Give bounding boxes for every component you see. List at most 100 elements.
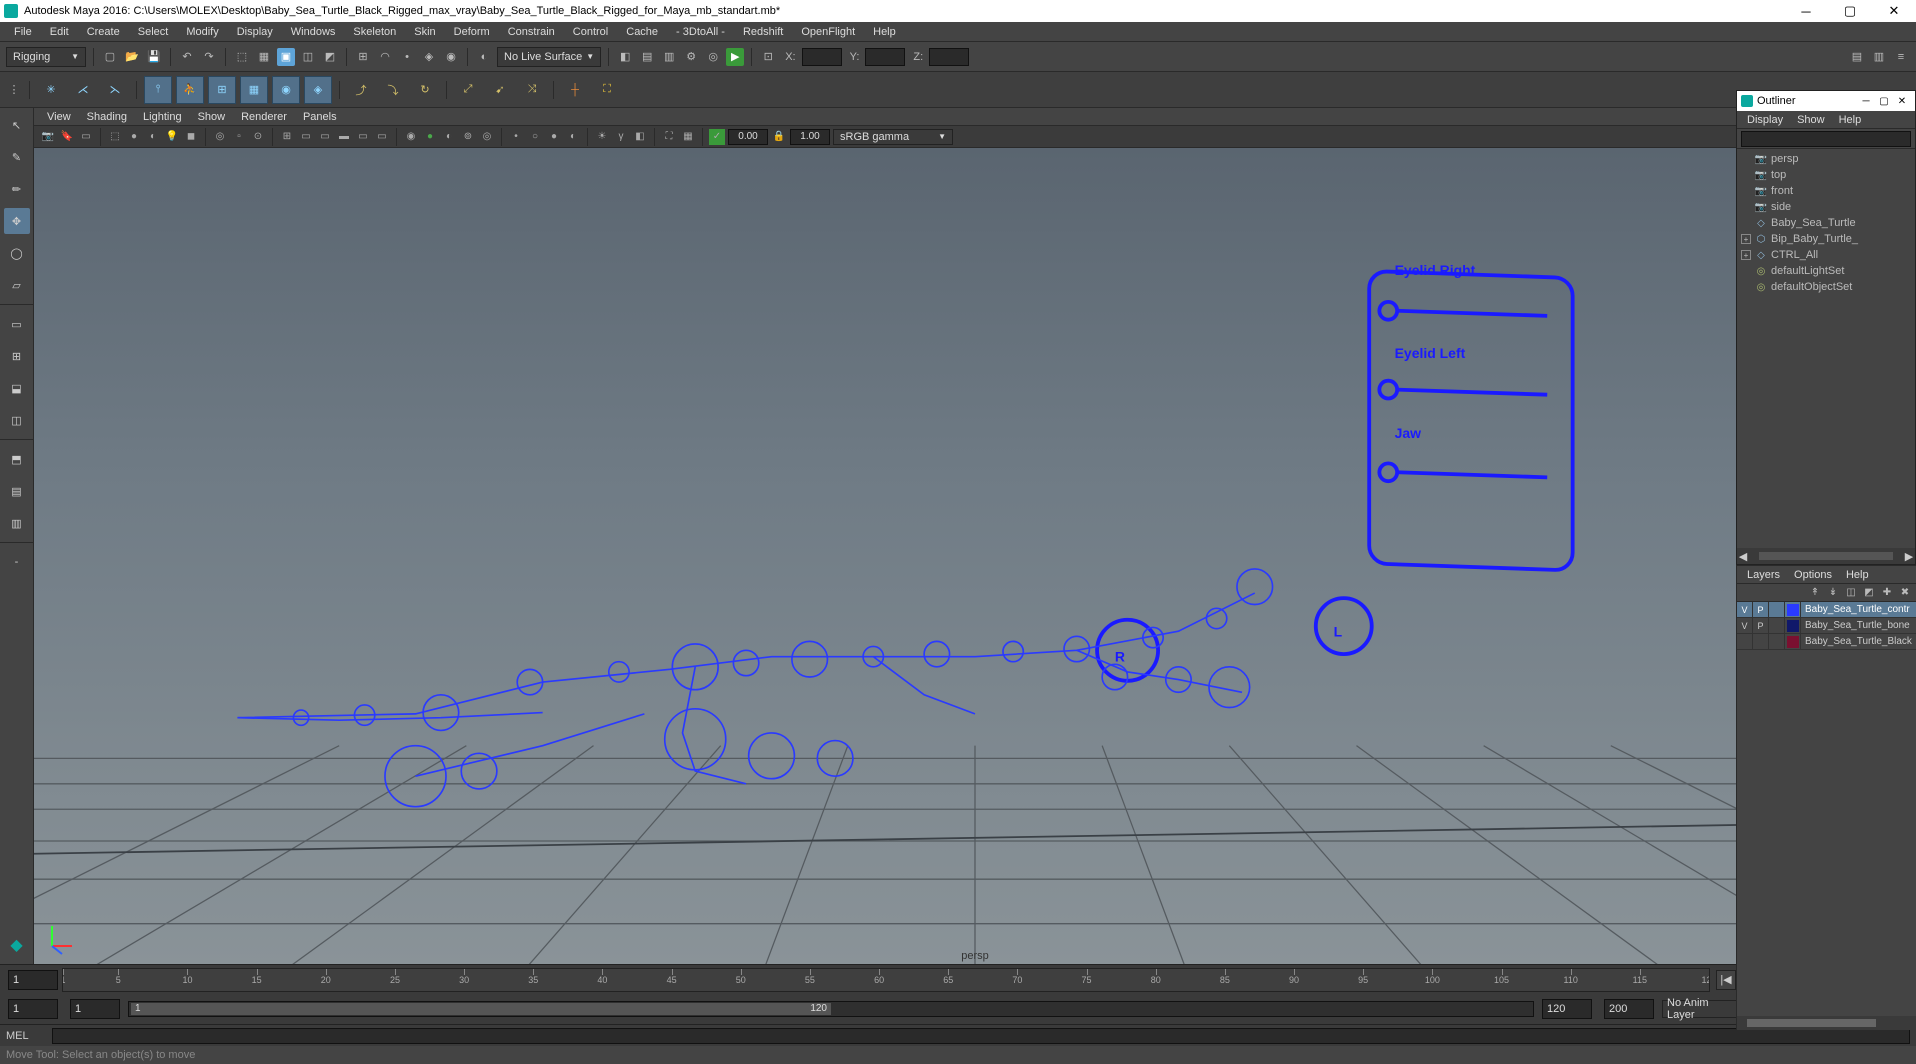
wireframe-icon[interactable]: ⬚ [107, 129, 123, 145]
isolate-icon[interactable]: ◎ [212, 129, 228, 145]
layer-color-swatch[interactable] [1785, 634, 1801, 650]
panel-layout-icon[interactable]: ▦ [680, 129, 696, 145]
panel-menu-renderer[interactable]: Renderer [234, 110, 294, 124]
menu-create[interactable]: Create [79, 24, 128, 40]
ipr-render-icon[interactable]: ▥ [660, 48, 678, 66]
outliner-menu-show[interactable]: Show [1791, 113, 1831, 127]
layer-row[interactable]: V P Baby_Sea_Turtle_bone [1737, 618, 1916, 634]
layers-menu-options[interactable]: Options [1788, 568, 1838, 582]
layer-add-icon[interactable]: ✚ [1880, 586, 1894, 600]
playback-end-inner[interactable]: 120 [1542, 999, 1592, 1019]
render-icon[interactable]: ▤ [638, 48, 656, 66]
layer-new-empty-icon[interactable]: ◫ [1844, 586, 1858, 600]
film-gate-icon[interactable]: ▭ [298, 129, 314, 145]
hypershade-icon[interactable]: ◎ [704, 48, 722, 66]
grid-icon[interactable]: ⊞ [279, 129, 295, 145]
parent-constraint-icon[interactable]: ⤴ [347, 76, 375, 104]
cluster-icon[interactable]: ◉ [272, 76, 300, 104]
layer-playback-toggle[interactable]: P [1753, 602, 1769, 618]
menu-skeleton[interactable]: Skeleton [345, 24, 404, 40]
outliner-item-bip[interactable]: +⬡Bip_Baby_Turtle_ [1739, 231, 1913, 247]
select-mask2-icon[interactable]: ◩ [321, 48, 339, 66]
outliner-item-objectset[interactable]: ◎defaultObjectSet [1739, 279, 1913, 295]
outliner-hscrollbar[interactable]: ◀ ▶ [1737, 548, 1915, 564]
range-slider[interactable]: 1 120 [128, 1001, 1534, 1017]
layer-move-up-icon[interactable]: ↟ [1808, 586, 1822, 600]
layer-display-type[interactable] [1769, 618, 1785, 634]
layout-four-icon[interactable]: ⊞ [4, 343, 30, 369]
snap-point-icon[interactable]: • [398, 48, 416, 66]
scale-constraint-icon[interactable]: ⤢ [454, 76, 482, 104]
layer-visibility-toggle[interactable]: V [1737, 618, 1753, 634]
outliner-item-mesh[interactable]: ◇Baby_Sea_Turtle [1739, 215, 1913, 231]
time-slider[interactable]: 1510152025303540455055606570758085909510… [62, 968, 1710, 992]
outliner-item-front[interactable]: 📷front [1739, 183, 1913, 199]
dot2-icon[interactable]: ○ [527, 129, 543, 145]
x-input[interactable] [802, 48, 842, 66]
layer-display-type[interactable] [1769, 634, 1785, 650]
view-transform-icon[interactable]: ◧ [632, 129, 648, 145]
textured-icon[interactable]: ◐ [145, 129, 161, 145]
joint-tool-icon[interactable]: ⫯ [144, 76, 172, 104]
select-mask-icon[interactable]: ◫ [299, 48, 317, 66]
playback-start-outer[interactable]: 1 [8, 999, 58, 1019]
range-thumb[interactable]: 1 120 [131, 1003, 831, 1015]
skeleton-icon[interactable]: ⛹ [176, 76, 204, 104]
outliner-item-lightset[interactable]: ◎defaultLightSet [1739, 263, 1913, 279]
humanik-icon[interactable]: ⛶ [593, 76, 621, 104]
layers-menu-layers[interactable]: Layers [1741, 568, 1786, 582]
menu-openflight[interactable]: OpenFlight [793, 24, 863, 40]
safe-title-icon[interactable]: ▭ [374, 129, 390, 145]
make-live-icon[interactable]: ◐ [475, 48, 493, 66]
scrollbar-thumb[interactable] [1747, 1019, 1876, 1027]
menu-display[interactable]: Display [229, 24, 281, 40]
new-scene-icon[interactable]: ▢ [101, 48, 119, 66]
construction-history-icon[interactable]: ◧ [616, 48, 634, 66]
script-lang-label[interactable]: MEL [6, 1030, 46, 1042]
outliner-close-button[interactable]: ✕ [1893, 94, 1911, 108]
sym-x-icon[interactable]: ✳ [37, 76, 65, 104]
save-scene-icon[interactable]: 💾 [145, 48, 163, 66]
menu-deform[interactable]: Deform [446, 24, 498, 40]
select-hierarchy-icon[interactable]: ⬚ [233, 48, 251, 66]
orient-constraint-icon[interactable]: ↻ [411, 76, 439, 104]
scale-tool[interactable]: ▱ [4, 272, 30, 298]
panel-menu-panels[interactable]: Panels [296, 110, 344, 124]
y-input[interactable] [865, 48, 905, 66]
layout-outliner-icon[interactable]: ▤ [4, 478, 30, 504]
menu-skin[interactable]: Skin [406, 24, 443, 40]
gamma-value[interactable]: 1.00 [790, 129, 830, 145]
scrollbar-thumb[interactable] [1759, 552, 1893, 560]
menu-3dtoall[interactable]: - 3DtoAll - [668, 24, 733, 40]
menu-edit[interactable]: Edit [42, 24, 77, 40]
menu-select[interactable]: Select [130, 24, 177, 40]
outliner-item-persp[interactable]: 📷persp [1739, 151, 1913, 167]
vp2-icon[interactable]: ◉ [403, 129, 419, 145]
menu-cache[interactable]: Cache [618, 24, 666, 40]
xray-icon[interactable]: ▫ [231, 129, 247, 145]
camera-select-icon[interactable]: 📷 [40, 129, 56, 145]
blend-shape-icon[interactable]: ◈ [304, 76, 332, 104]
point-constraint-icon[interactable]: ⤵ [379, 76, 407, 104]
maximize-button[interactable]: ▢ [1838, 2, 1862, 20]
channel-box-toggle-icon[interactable]: ≡ [1892, 48, 1910, 66]
layers-menu-help[interactable]: Help [1840, 568, 1875, 582]
menu-help[interactable]: Help [865, 24, 904, 40]
lock-icon[interactable]: 🔒 [771, 129, 787, 145]
move-tool[interactable]: ✥ [4, 208, 30, 234]
last-tool-icon[interactable]: - [4, 549, 30, 575]
current-frame-input[interactable]: 1 [8, 970, 58, 990]
shaded-icon[interactable]: ● [126, 129, 142, 145]
layout-single-icon[interactable]: ▭ [4, 311, 30, 337]
outliner-maximize-button[interactable]: ▢ [1875, 94, 1893, 108]
panel-menu-show[interactable]: Show [191, 110, 233, 124]
viewport-3d[interactable]: Eyelid Right Eyelid Left Jaw R L [34, 148, 1916, 964]
quick-rig-icon[interactable]: ┼ [561, 76, 589, 104]
sym-y-icon[interactable]: ⋌ [69, 76, 97, 104]
ik-handle-icon[interactable]: ⊞ [208, 76, 236, 104]
exposure-icon[interactable]: ☀ [594, 129, 610, 145]
lasso-tool[interactable]: ✎ [4, 144, 30, 170]
input-mode-icon[interactable]: ⊡ [759, 48, 777, 66]
dot1-icon[interactable]: • [508, 129, 524, 145]
outliner-menu-help[interactable]: Help [1833, 113, 1868, 127]
